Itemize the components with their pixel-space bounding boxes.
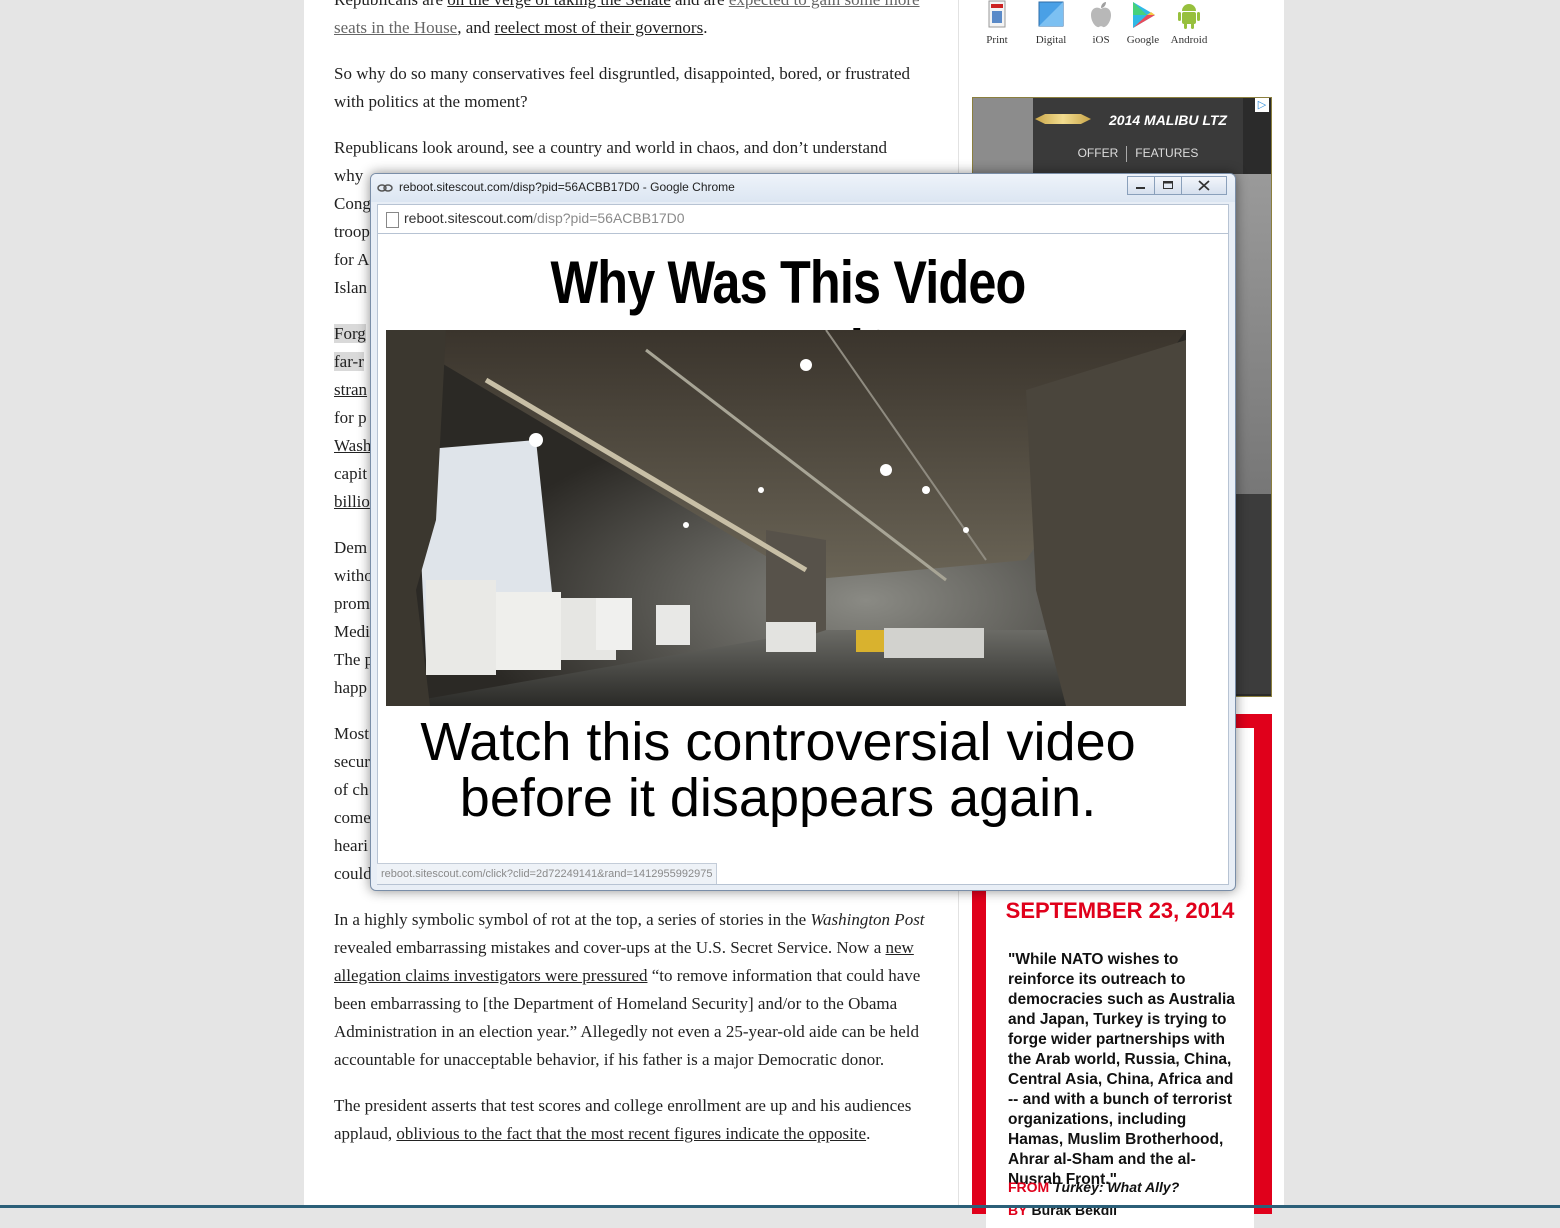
from-title-link[interactable]: Turkey: What Ally? xyxy=(1053,1179,1179,1195)
article-text: , and xyxy=(457,18,495,37)
address-bar[interactable]: reboot.sitescout.com/disp?pid=56ACBB17D0 xyxy=(377,204,1229,234)
article-line: prom xyxy=(334,594,370,613)
maximize-button[interactable] xyxy=(1154,176,1182,195)
quote-attribution: FROM Turkey: What Ally? BY Burak Bekdil xyxy=(1008,1176,1248,1222)
quote-text: "While NATO wishes to reinforce its outr… xyxy=(1008,951,1235,1188)
article-paragraph: In a highly symbolic symbol of rot at th… xyxy=(334,906,940,1074)
minimize-button[interactable] xyxy=(1127,176,1155,195)
article-link[interactable]: oblivious to the fact that the most rece… xyxy=(396,1124,866,1143)
quote-date: SEPTEMBER 23, 2014 xyxy=(1005,898,1235,923)
app-label: Digital xyxy=(1035,34,1067,46)
article-line: The p xyxy=(334,650,374,669)
close-icon xyxy=(1198,180,1210,191)
article-line: heari xyxy=(334,836,368,855)
url-text[interactable]: reboot.sitescout.com/disp?pid=56ACBB17D0 xyxy=(404,210,685,226)
android-icon xyxy=(1178,4,1200,29)
article-line: happ xyxy=(334,678,368,697)
article-paragraph: The president asserts that test scores a… xyxy=(334,1092,940,1148)
maximize-icon xyxy=(1163,181,1173,189)
ad-subtext: Watch this controversial video before it… xyxy=(378,714,1178,826)
ad-subtext-line: Watch this controversial video xyxy=(420,712,1136,772)
article-line: troop xyxy=(334,222,370,241)
close-button[interactable] xyxy=(1181,176,1227,195)
url-host: reboot.sitescout.com xyxy=(404,210,534,226)
apple-icon xyxy=(1091,2,1111,28)
article-line: why xyxy=(334,166,364,185)
url-path: /disp?pid=56ACBB17D0 xyxy=(533,210,685,226)
app-link-google[interactable]: Google xyxy=(1120,0,1166,46)
google-play-icon xyxy=(1133,2,1155,28)
article-link[interactable]: Wash xyxy=(334,436,371,455)
ad-header-bar xyxy=(1033,98,1243,174)
article-line: for A xyxy=(334,250,370,269)
print-icon xyxy=(988,0,1006,28)
article-line: Medi xyxy=(334,622,370,641)
ad-subtext-line: before it disappears again. xyxy=(459,768,1097,828)
app-label: Android xyxy=(1170,34,1208,46)
article-line: secur xyxy=(334,752,370,771)
ad-car-model: 2014 MALIBU LTZ xyxy=(1109,112,1227,128)
popup-ad-content[interactable]: Why Was This Video Banned? xyxy=(377,234,1229,885)
app-link-android[interactable]: Android xyxy=(1166,0,1212,46)
article-line: of ch xyxy=(334,780,369,799)
app-label: Google xyxy=(1126,34,1160,46)
article-line: could xyxy=(334,864,372,883)
article-line: Dem xyxy=(334,538,368,557)
article-line: for p xyxy=(334,408,367,427)
ad-offer-link[interactable]: OFFER xyxy=(1078,146,1119,160)
tunnel-image[interactable] xyxy=(386,330,1186,706)
subscription-apps: Print Digital iOS Google Android xyxy=(980,0,1230,56)
app-link-digital[interactable]: Digital xyxy=(1028,0,1074,46)
article-link[interactable]: stran xyxy=(334,380,367,399)
article-text: . xyxy=(866,1124,871,1143)
article-line: far-r xyxy=(334,352,364,371)
article-line: witho xyxy=(334,566,373,585)
article-line: capit xyxy=(334,464,368,483)
ad-link-separator xyxy=(1126,146,1128,162)
article-text: Republicans are xyxy=(334,0,447,9)
article-paragraph: So why do so many conservatives feel dis… xyxy=(334,64,910,111)
article-line: Most xyxy=(334,724,369,743)
app-link-print[interactable]: Print xyxy=(974,0,1020,46)
app-label: Print xyxy=(986,34,1008,46)
article-text: In a highly symbolic symbol of rot at th… xyxy=(334,910,811,929)
adchoices-icon[interactable]: ▷ xyxy=(1255,98,1269,112)
minimize-icon xyxy=(1136,187,1145,189)
window-controls xyxy=(1127,176,1227,195)
article-line: Islan xyxy=(334,278,368,297)
ad-links: OFFER FEATURES xyxy=(1033,146,1243,162)
app-link-ios[interactable]: iOS xyxy=(1078,0,1124,46)
digital-icon xyxy=(1038,1,1064,27)
link-icon xyxy=(377,184,393,192)
app-label: iOS xyxy=(1092,34,1110,46)
popup-window[interactable]: reboot.sitescout.com/disp?pid=56ACBB17D0… xyxy=(370,173,1236,891)
article-link[interactable]: billio xyxy=(334,492,370,511)
popup-title: reboot.sitescout.com/disp?pid=56ACBB17D0… xyxy=(399,180,735,194)
from-label: FROM xyxy=(1008,1179,1050,1195)
popup-titlebar[interactable]: reboot.sitescout.com/disp?pid=56ACBB17D0… xyxy=(371,174,1235,202)
article-line: Forg xyxy=(334,324,366,343)
article-text: and are xyxy=(671,0,729,9)
article-link[interactable]: reelect most of their governors xyxy=(495,18,704,37)
ad-features-link[interactable]: FEATURES xyxy=(1135,146,1198,160)
article-text: . xyxy=(703,18,708,37)
article-line: Republicans look around, see a country a… xyxy=(334,138,887,157)
article-link[interactable]: on the verge of taking the Senate xyxy=(447,0,670,9)
publication-name: Washington Post xyxy=(810,910,925,929)
article-line: Cong xyxy=(334,194,371,213)
status-bar: reboot.sitescout.com/click?clid=2d722491… xyxy=(377,863,718,884)
article-paragraph: Republicans are on the verge of taking t… xyxy=(334,0,940,42)
page-icon xyxy=(386,212,399,228)
article-text: revealed embarrassing mistakes and cover… xyxy=(334,938,886,957)
article-line: come xyxy=(334,808,371,827)
